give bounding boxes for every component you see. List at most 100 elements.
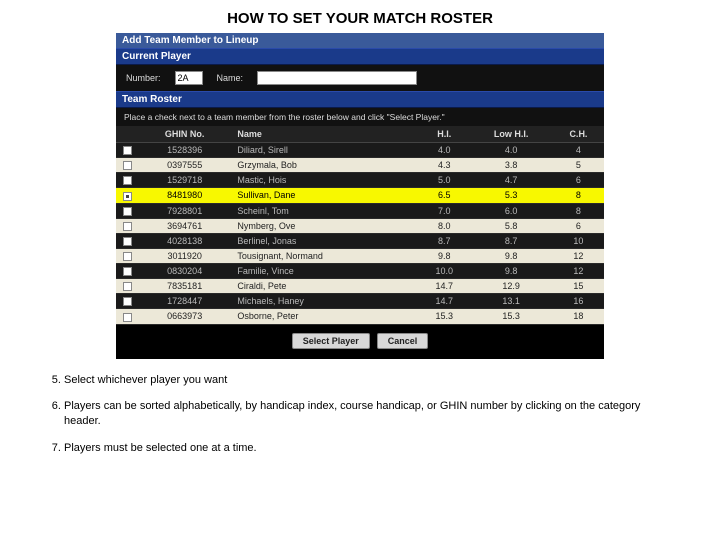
cell-lowhi: 12.9 — [469, 279, 553, 294]
table-row[interactable]: 0663973Osborne, Peter15.315.318 — [116, 309, 604, 324]
radio-icon[interactable] — [123, 161, 132, 170]
table-row[interactable]: 3011920Tousignant, Normand9.89.812 — [116, 248, 604, 263]
table-row[interactable]: 3694761Nymberg, Ove8.05.86 — [116, 218, 604, 233]
cell-ghin: 7928801 — [138, 203, 231, 218]
cell-hi: 14.7 — [419, 279, 469, 294]
current-player-header: Current Player — [116, 48, 604, 65]
table-row[interactable]: 7835181Ciraldi, Pete14.712.915 — [116, 279, 604, 294]
window-titlebar: Add Team Member to Lineup — [116, 33, 604, 48]
name-label: Name: — [217, 73, 244, 83]
cell-ch: 6 — [553, 173, 604, 188]
cell-ghin: 0830204 — [138, 264, 231, 279]
select-player-button[interactable]: Select Player — [292, 333, 370, 349]
roster-table: GHIN No. Name H.I. Low H.I. C.H. 1528396… — [116, 126, 604, 325]
cell-lowhi: 4.7 — [469, 173, 553, 188]
col-select[interactable] — [116, 126, 138, 143]
cell-ch: 4 — [553, 143, 604, 158]
current-player-panel: Number: Name: — [116, 65, 604, 91]
cell-hi: 14.7 — [419, 294, 469, 309]
cell-ch: 15 — [553, 279, 604, 294]
list-item: Select whichever player you want — [64, 373, 672, 388]
cell-hi: 4.3 — [419, 158, 469, 173]
table-row[interactable]: 1529718Mastic, Hois5.04.76 — [116, 173, 604, 188]
cell-ch: 8 — [553, 188, 604, 203]
number-input[interactable] — [175, 71, 203, 85]
cell-name: Scheinl, Tom — [231, 203, 419, 218]
radio-icon[interactable] — [123, 146, 132, 155]
cell-name: Familie, Vince — [231, 264, 419, 279]
cell-lowhi: 15.3 — [469, 309, 553, 324]
cell-lowhi: 8.7 — [469, 233, 553, 248]
cell-ch: 8 — [553, 203, 604, 218]
col-lowhi[interactable]: Low H.I. — [469, 126, 553, 143]
cell-name: Mastic, Hois — [231, 173, 419, 188]
list-item: Players must be selected one at a time. — [64, 441, 672, 456]
cell-name: Sullivan, Dane — [231, 188, 419, 203]
number-label: Number: — [126, 73, 161, 83]
table-row[interactable]: 8481980Sullivan, Dane6.55.38 — [116, 188, 604, 203]
cell-lowhi: 3.8 — [469, 158, 553, 173]
instruction-steps: Select whichever player you want Players … — [0, 373, 720, 456]
table-row[interactable]: 1528396Diliard, Sirell4.04.04 — [116, 143, 604, 158]
button-row: Select Player Cancel — [116, 325, 604, 349]
name-input[interactable] — [257, 71, 417, 85]
cell-ch: 18 — [553, 309, 604, 324]
cell-hi: 4.0 — [419, 143, 469, 158]
table-row[interactable]: 0830204Familie, Vince10.09.812 — [116, 264, 604, 279]
col-name[interactable]: Name — [231, 126, 419, 143]
cell-lowhi: 9.8 — [469, 264, 553, 279]
table-row[interactable]: 7928801Scheinl, Tom7.06.08 — [116, 203, 604, 218]
radio-icon[interactable] — [123, 176, 132, 185]
col-ch[interactable]: C.H. — [553, 126, 604, 143]
cell-hi: 8.0 — [419, 218, 469, 233]
cell-ghin: 1529718 — [138, 173, 231, 188]
cell-ch: 12 — [553, 264, 604, 279]
cell-ch: 6 — [553, 218, 604, 233]
cancel-button[interactable]: Cancel — [377, 333, 429, 349]
cell-hi: 15.3 — [419, 309, 469, 324]
radio-icon[interactable] — [123, 192, 132, 201]
cell-name: Michaels, Haney — [231, 294, 419, 309]
cell-ch: 16 — [553, 294, 604, 309]
cell-hi: 7.0 — [419, 203, 469, 218]
cell-lowhi: 6.0 — [469, 203, 553, 218]
cell-lowhi: 4.0 — [469, 143, 553, 158]
list-item: Players can be sorted alphabetically, by… — [64, 399, 672, 429]
cell-name: Grzymala, Bob — [231, 158, 419, 173]
page-title: HOW TO SET YOUR MATCH ROSTER — [0, 0, 720, 33]
radio-icon[interactable] — [123, 237, 132, 246]
col-ghin[interactable]: GHIN No. — [138, 126, 231, 143]
radio-icon[interactable] — [123, 313, 132, 322]
radio-icon[interactable] — [123, 222, 132, 231]
radio-icon[interactable] — [123, 297, 132, 306]
table-row[interactable]: 4028138Berlinel, Jonas8.78.710 — [116, 233, 604, 248]
cell-hi: 8.7 — [419, 233, 469, 248]
cell-ghin: 1728447 — [138, 294, 231, 309]
cell-ghin: 3694761 — [138, 218, 231, 233]
cell-lowhi: 5.3 — [469, 188, 553, 203]
cell-hi: 6.5 — [419, 188, 469, 203]
cell-ghin: 3011920 — [138, 248, 231, 263]
cell-lowhi: 13.1 — [469, 294, 553, 309]
cell-lowhi: 9.8 — [469, 248, 553, 263]
cell-hi: 10.0 — [419, 264, 469, 279]
team-roster-header: Team Roster — [116, 91, 604, 108]
dialog-screenshot: Add Team Member to Lineup Current Player… — [116, 33, 604, 359]
table-row[interactable]: 1728447Michaels, Haney14.713.116 — [116, 294, 604, 309]
cell-name: Ciraldi, Pete — [231, 279, 419, 294]
cell-ch: 10 — [553, 233, 604, 248]
cell-name: Diliard, Sirell — [231, 143, 419, 158]
cell-name: Berlinel, Jonas — [231, 233, 419, 248]
cell-ghin: 7835181 — [138, 279, 231, 294]
radio-icon[interactable] — [123, 282, 132, 291]
radio-icon[interactable] — [123, 252, 132, 261]
col-hi[interactable]: H.I. — [419, 126, 469, 143]
cell-ghin: 0663973 — [138, 309, 231, 324]
radio-icon[interactable] — [123, 267, 132, 276]
cell-ghin: 8481980 — [138, 188, 231, 203]
radio-icon[interactable] — [123, 207, 132, 216]
table-row[interactable]: 0397555Grzymala, Bob4.33.85 — [116, 158, 604, 173]
cell-hi: 9.8 — [419, 248, 469, 263]
cell-ch: 5 — [553, 158, 604, 173]
cell-ghin: 0397555 — [138, 158, 231, 173]
